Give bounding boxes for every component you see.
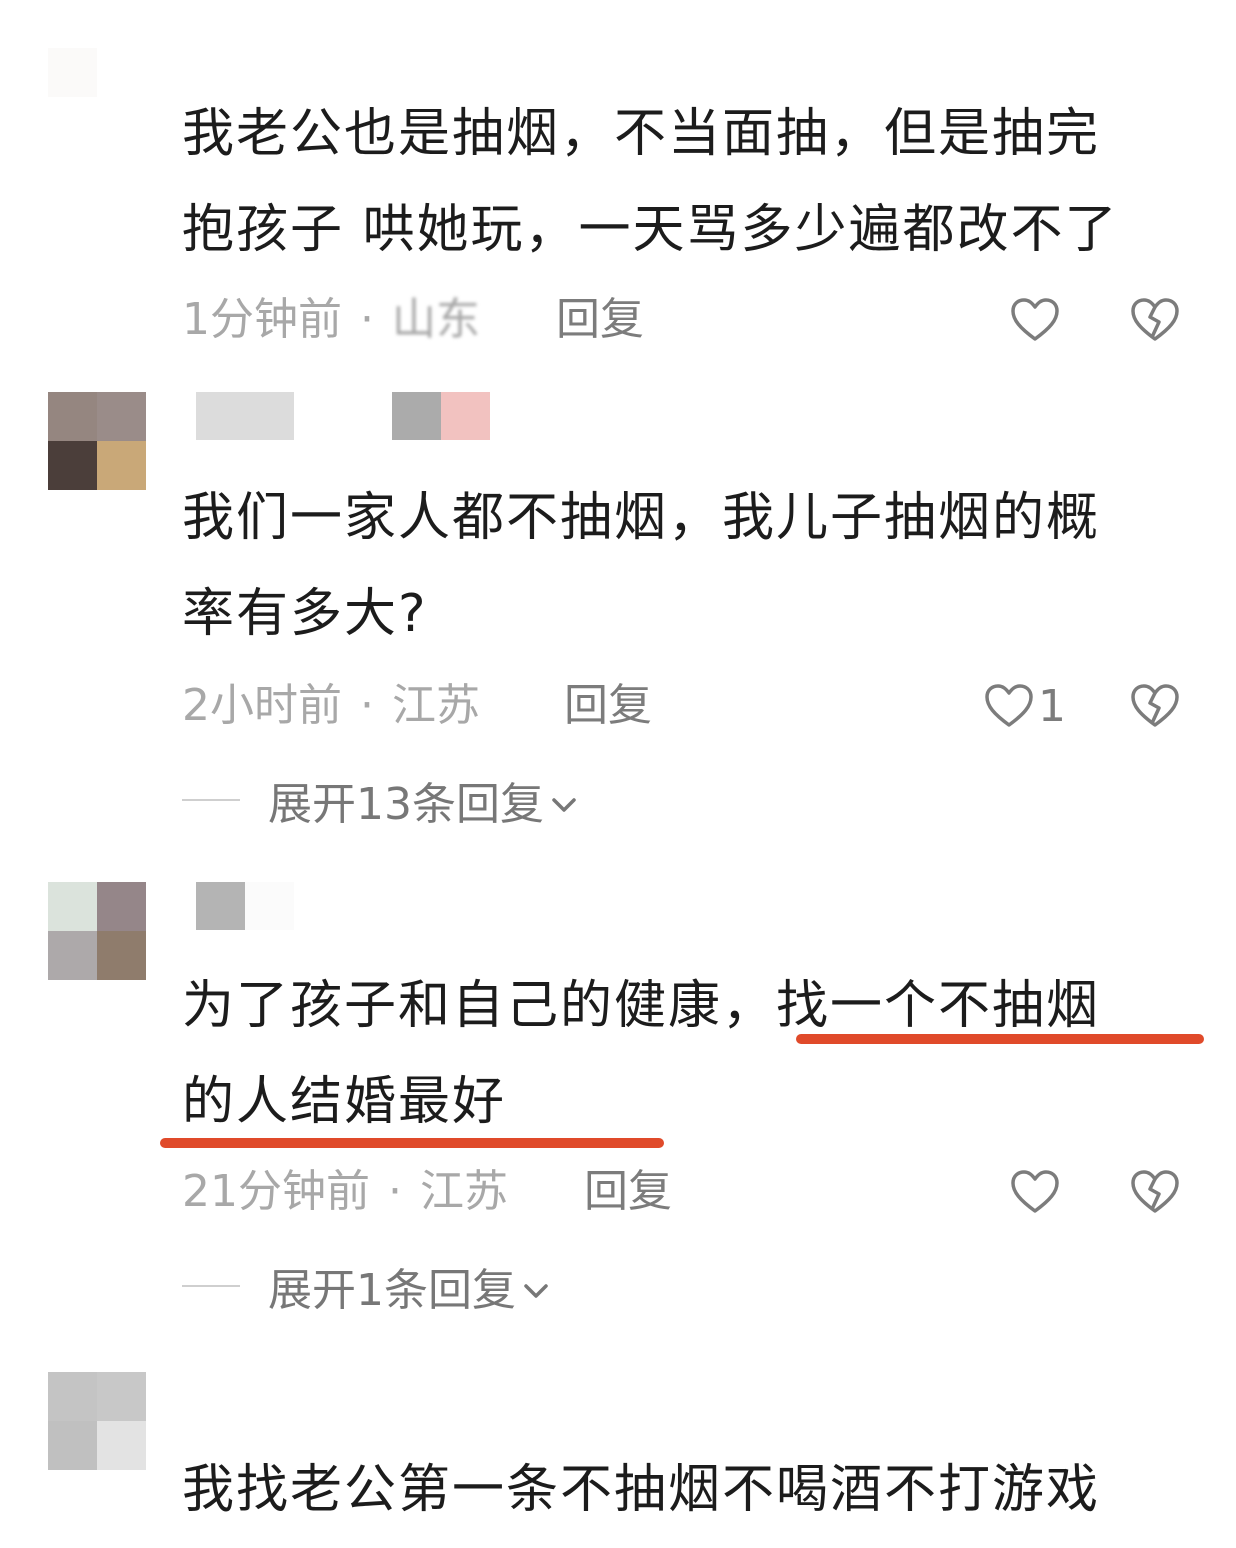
expand-replies-label: 展开13条回复 [268, 779, 544, 830]
divider [182, 799, 240, 801]
comment-text-line: 抱孩子 哄她玩，一天骂多少遍都改不了 [182, 200, 1119, 260]
comment-meta: 1分钟前 · 山东 [182, 290, 480, 350]
comment-text-line: 的人结婚最好 [182, 1072, 507, 1132]
meta-separator: · [360, 680, 374, 731]
broken-heart-icon [1130, 683, 1180, 729]
like-count: 1 [1038, 680, 1066, 732]
comment-text: 我们一家人都不抽烟，我儿子抽烟的概 率有多大? [182, 470, 1182, 662]
broken-heart-icon [1130, 297, 1180, 343]
chevron-down-icon [516, 1261, 550, 1312]
avatar[interactable] [48, 882, 146, 980]
chevron-down-icon [544, 775, 578, 826]
expand-replies-label: 展开1条回复 [268, 1265, 516, 1316]
comment-text: 为了孩子和自己的健康，找一个不抽烟 的人结婚最好 [182, 958, 1182, 1150]
comment-text: 我老公也是抽烟，不当面抽，但是抽完 抱孩子 哄她玩，一天骂多少遍都改不了 [182, 86, 1182, 278]
expand-replies-button[interactable]: 展开13条回复 [182, 770, 578, 830]
comment-region: 江苏 [392, 680, 480, 731]
comment-region: 江苏 [420, 1166, 508, 1217]
heart-outline-icon [1010, 1169, 1060, 1215]
comment-time: 21分钟前 [182, 1166, 370, 1217]
highlight-underline [160, 1138, 664, 1148]
dislike-button[interactable] [1130, 290, 1180, 350]
dislike-button[interactable] [1130, 676, 1180, 736]
comment-meta: 2小时前 · 江苏 [182, 676, 480, 736]
comment-time: 1分钟前 [182, 294, 342, 345]
reply-button[interactable]: 回复 [556, 290, 644, 350]
comment-text: 我找老公第一条不抽烟不喝酒不打游戏 [182, 1442, 1182, 1538]
reply-button[interactable]: 回复 [564, 676, 652, 736]
reply-button[interactable]: 回复 [584, 1162, 672, 1222]
like-button[interactable]: 1 [984, 676, 1066, 736]
avatar[interactable] [48, 48, 146, 146]
comment-text-line: 我老公也是抽烟，不当面抽，但是抽完 [182, 104, 1101, 164]
username[interactable] [196, 392, 490, 440]
highlight-underline [796, 1034, 1204, 1044]
avatar[interactable] [48, 392, 146, 490]
expand-replies-button[interactable]: 展开1条回复 [182, 1256, 550, 1316]
comment-time: 2小时前 [182, 680, 342, 731]
comment-text-line: 率有多大? [182, 584, 428, 644]
comment-text-line: 我们一家人都不抽烟，我儿子抽烟的概 [182, 488, 1101, 548]
divider [182, 1285, 240, 1287]
meta-separator: · [360, 294, 374, 345]
like-button[interactable] [1010, 290, 1060, 350]
avatar[interactable] [48, 1372, 146, 1470]
like-button[interactable] [1010, 1162, 1060, 1222]
comment-meta: 21分钟前 · 江苏 [182, 1162, 508, 1222]
dislike-button[interactable] [1130, 1162, 1180, 1222]
heart-outline-icon [1010, 297, 1060, 343]
meta-separator: · [388, 1166, 402, 1217]
comment-region: 山东 [392, 294, 480, 345]
comment-text-line: 我找老公第一条不抽烟不喝酒不打游戏 [182, 1460, 1101, 1520]
username[interactable] [196, 882, 294, 930]
heart-outline-icon [984, 683, 1034, 729]
broken-heart-icon [1130, 1169, 1180, 1215]
